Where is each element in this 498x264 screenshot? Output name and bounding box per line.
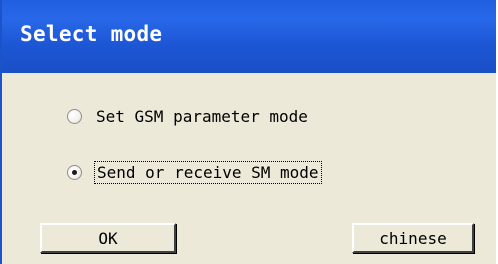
radio-option-gsm-parameter[interactable]: Set GSM parameter mode	[67, 103, 310, 129]
radio-dot-icon	[72, 169, 77, 175]
window-title: Select mode	[20, 22, 163, 46]
radio-button-unchecked[interactable]	[67, 108, 82, 124]
radio-label-gsm-parameter: Set GSM parameter mode	[96, 106, 308, 126]
title-bar[interactable]: Select mode	[2, 0, 496, 73]
select-mode-dialog: Select mode Set GSM parameter mode Send …	[0, 0, 496, 264]
radio-label-send-receive-sm: Send or receive SM mode	[94, 160, 322, 184]
radio-button-checked[interactable]	[67, 164, 82, 180]
ok-button[interactable]: OK	[40, 223, 176, 253]
chinese-button[interactable]: chinese	[352, 223, 474, 253]
radio-option-send-receive-sm[interactable]: Send or receive SM mode	[67, 159, 322, 185]
